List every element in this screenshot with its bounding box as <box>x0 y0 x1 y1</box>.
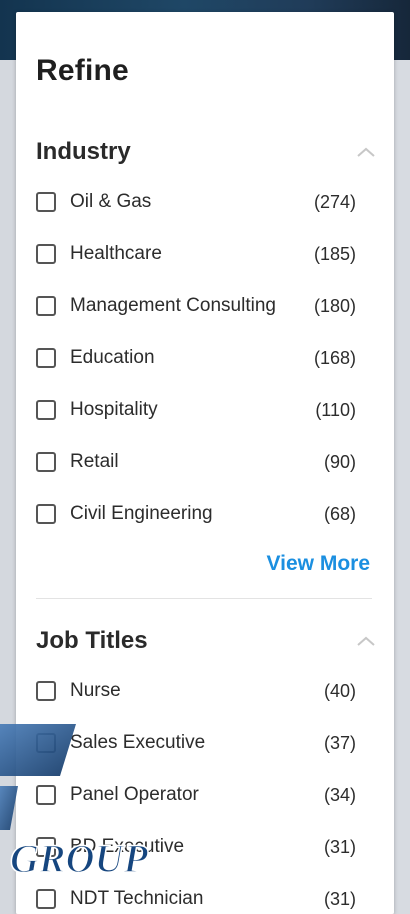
checkbox[interactable] <box>36 400 56 420</box>
filter-count: (31) <box>323 888 356 909</box>
filter-label: Education <box>70 347 155 368</box>
industry-filter-hospitality[interactable]: Hospitality (110) <box>36 395 356 425</box>
job-titles-section-title: Job Titles <box>36 627 148 654</box>
checkbox[interactable] <box>36 452 56 472</box>
view-more-link[interactable]: View More <box>267 552 370 576</box>
filter-count: (180) <box>313 295 356 316</box>
filter-count: (274) <box>313 191 356 212</box>
filter-label: Retail <box>70 451 119 472</box>
filter-count: (90) <box>323 451 356 472</box>
industry-filter-education[interactable]: Education (168) <box>36 343 356 373</box>
filter-label: Healthcare <box>70 243 162 264</box>
filter-count: (37) <box>323 732 356 753</box>
logo-text: GROUP <box>10 836 148 881</box>
checkbox[interactable] <box>36 348 56 368</box>
filter-count: (68) <box>323 503 356 524</box>
filter-label: Nurse <box>70 680 121 701</box>
chevron-up-icon <box>357 147 375 157</box>
page-background-right <box>394 60 410 914</box>
filter-count: (40) <box>323 680 356 701</box>
industry-filter-retail[interactable]: Retail (90) <box>36 447 356 477</box>
filter-label: Oil & Gas <box>70 191 152 212</box>
industry-filter-civil-engineering[interactable]: Civil Engineering (68) <box>36 499 356 529</box>
filter-label: Civil Engineering <box>70 503 213 524</box>
industry-filter-oil-gas[interactable]: Oil & Gas (274) <box>36 187 356 217</box>
filter-count: (168) <box>313 347 356 368</box>
industry-filter-healthcare[interactable]: Healthcare (185) <box>36 239 356 269</box>
industry-section-title: Industry <box>36 138 131 165</box>
filter-label: Management Consulting <box>70 295 276 316</box>
checkbox[interactable] <box>36 192 56 212</box>
company-logo-watermark: GROUP <box>0 724 149 882</box>
industry-filter-management-consulting[interactable]: Management Consulting (180) <box>36 291 356 321</box>
filter-count: (185) <box>313 243 356 264</box>
checkbox[interactable] <box>36 296 56 316</box>
job-title-filter-nurse[interactable]: Nurse (40) <box>36 676 356 706</box>
refine-title: Refine <box>36 54 129 87</box>
filter-label: Hospitality <box>70 399 158 420</box>
section-divider <box>36 598 372 599</box>
filter-count: (31) <box>323 836 356 857</box>
chevron-up-icon <box>357 636 375 646</box>
job-titles-collapse-toggle[interactable] <box>354 629 378 653</box>
filter-count: (34) <box>323 784 356 805</box>
industry-collapse-toggle[interactable] <box>354 140 378 164</box>
checkbox[interactable] <box>36 504 56 524</box>
checkbox[interactable] <box>36 681 56 701</box>
filter-count: (110) <box>315 399 356 420</box>
checkbox[interactable] <box>36 244 56 264</box>
